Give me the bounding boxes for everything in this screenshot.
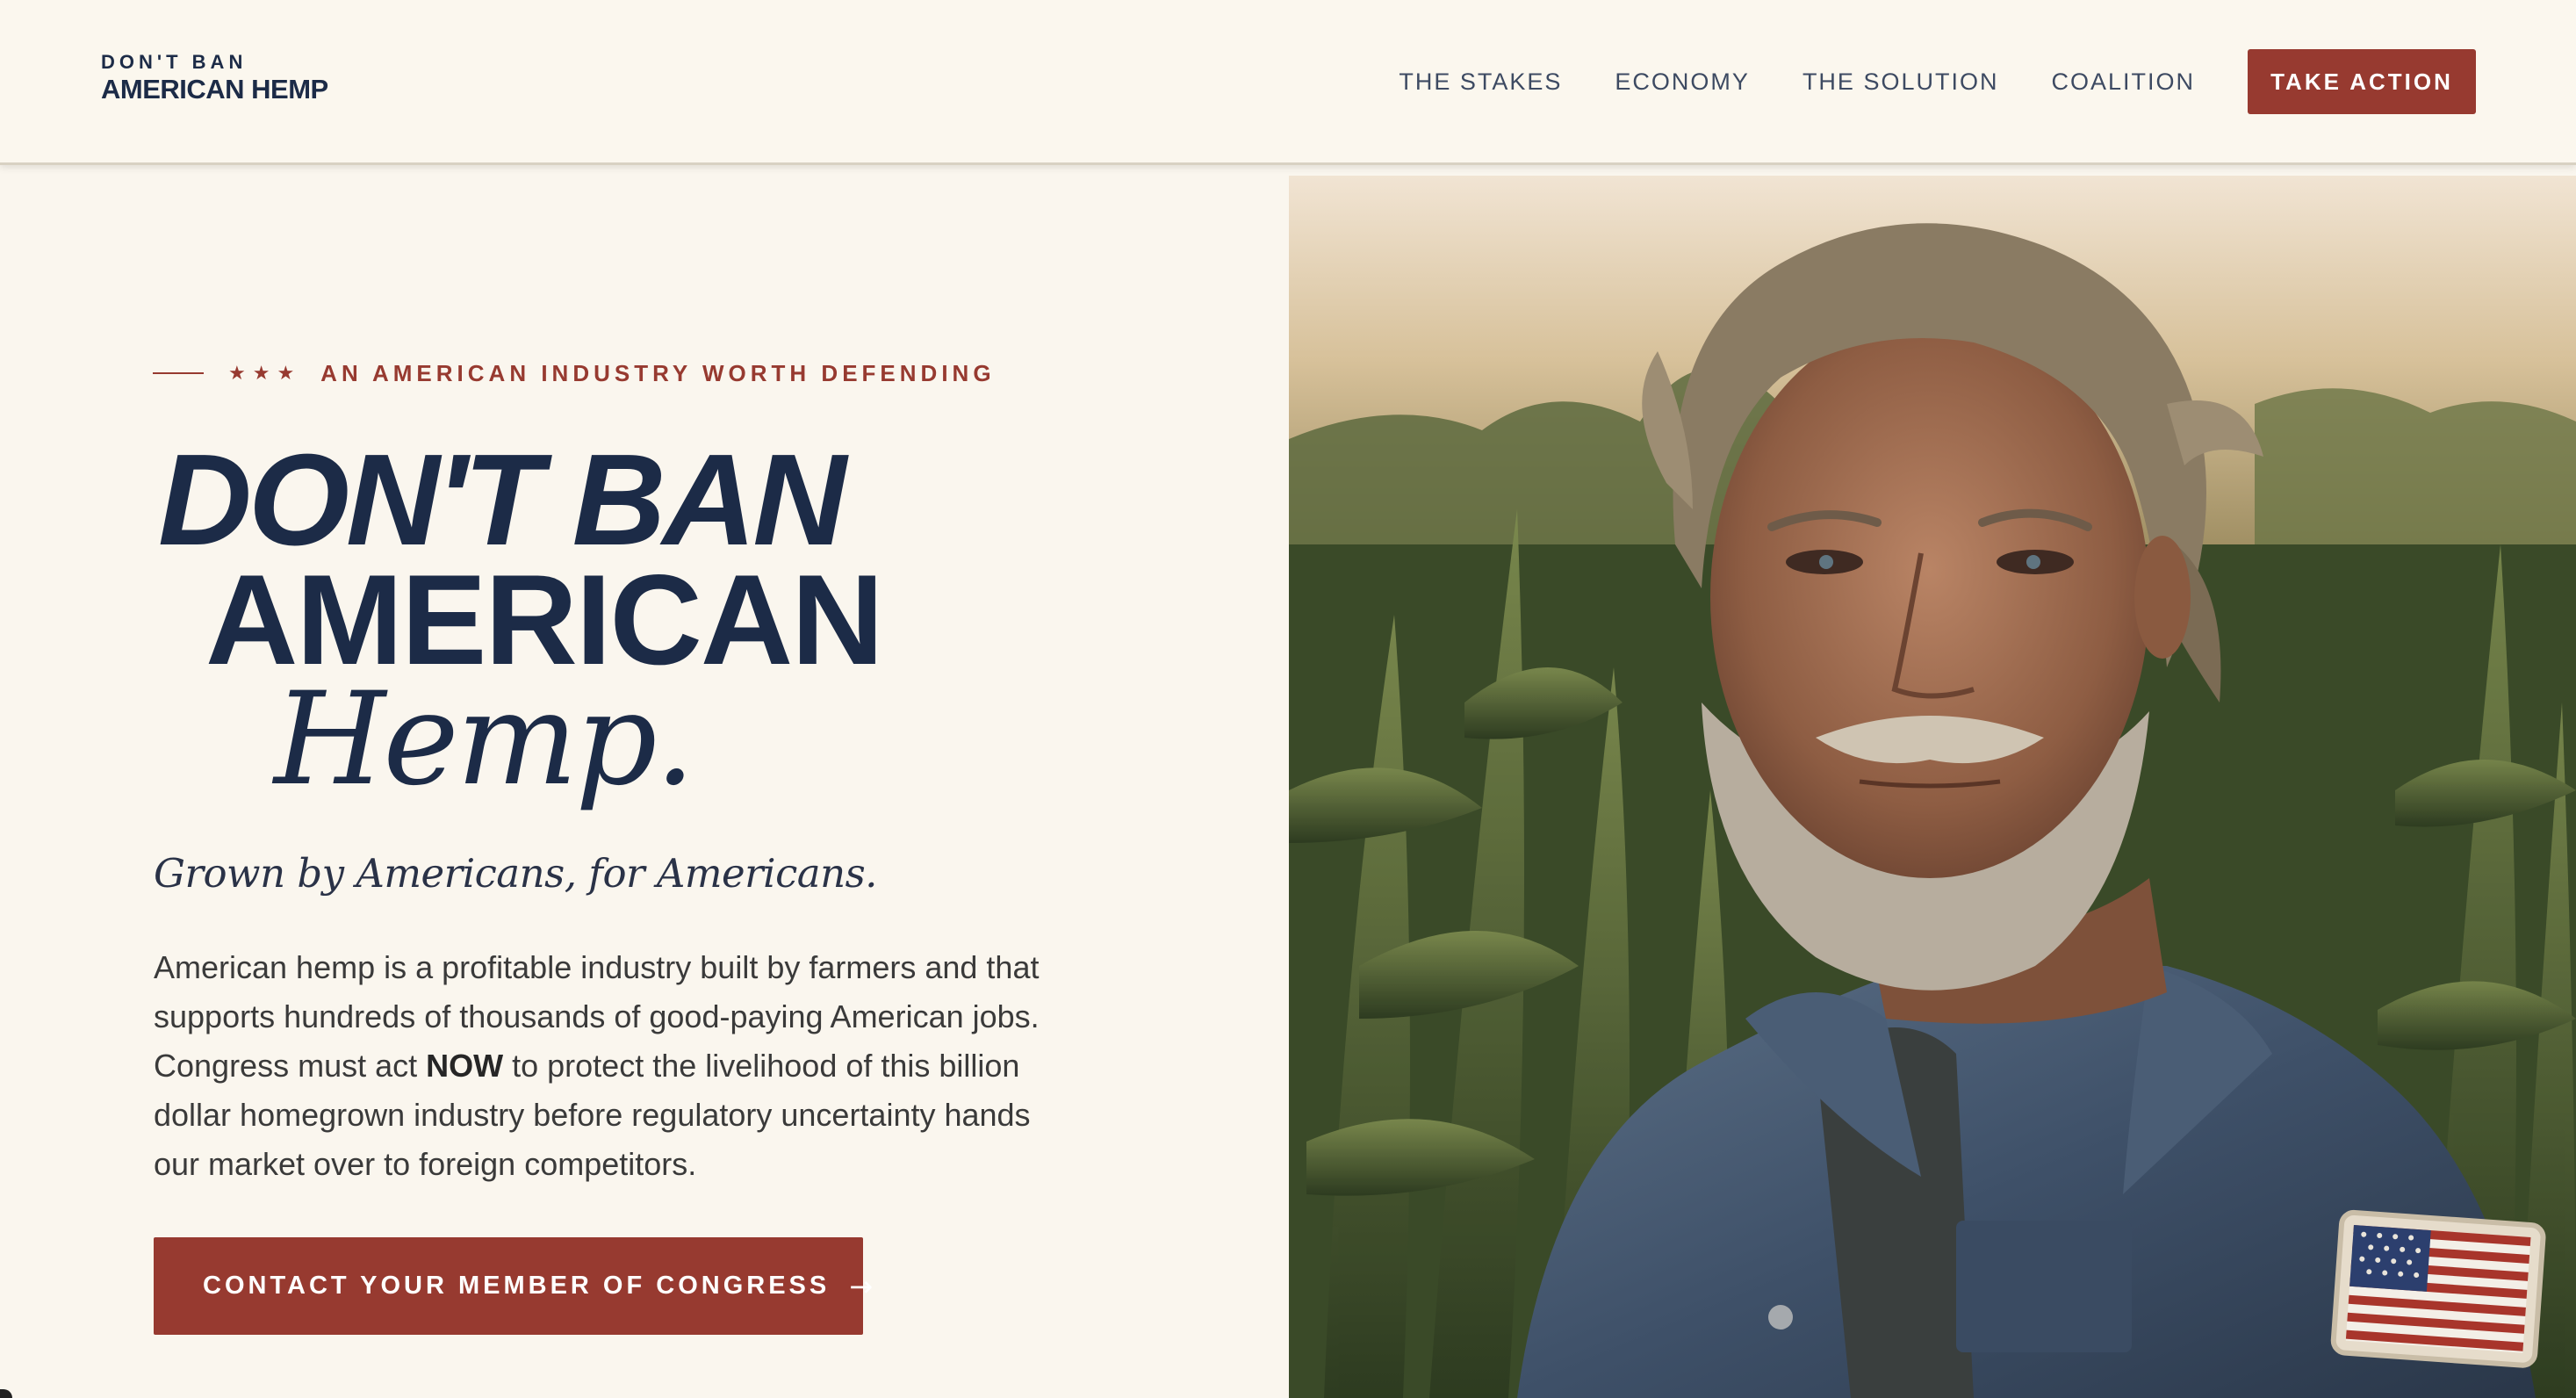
hero-body: American hemp is a profitable industry b… [154, 943, 1084, 1189]
window-corner [0, 1389, 12, 1398]
headline-line-3: Hemp. [274, 665, 695, 814]
star-icon: ★★★ [228, 362, 302, 385]
take-action-button[interactable]: TAKE ACTION [2248, 49, 2476, 114]
eyebrow-rule [153, 372, 204, 374]
nav-item-the-stakes[interactable]: THE STAKES [1399, 68, 1562, 96]
logo-top-text: DON'T BAN [101, 51, 248, 73]
contact-congress-button[interactable]: CONTACT YOUR MEMBER OF CONGRESS → [154, 1237, 873, 1335]
nav-item-the-solution[interactable]: THE SOLUTION [1802, 68, 1999, 96]
main-nav: THE STAKES ECONOMY THE SOLUTION COALITIO… [1399, 49, 2476, 114]
farmer-illustration [1289, 176, 2576, 1398]
contact-congress-label: CONTACT YOUR MEMBER OF CONGRESS [203, 1272, 831, 1300]
nav-item-economy[interactable]: ECONOMY [1615, 68, 1750, 96]
flag-patch [2330, 1209, 2546, 1368]
hero-body-emphasis: NOW [426, 1048, 504, 1084]
site-header: DON'T BAN AMERICAN HEMP THE STAKES ECONO… [0, 0, 2576, 165]
eyebrow: ★★★ AN AMERICAN INDUSTRY WORTH DEFENDING [153, 358, 996, 388]
site-logo[interactable]: DON'T BAN AMERICAN HEMP [101, 51, 328, 105]
nav-item-coalition[interactable]: COALITION [2051, 68, 2195, 96]
hero-photo-farmer [1289, 176, 2576, 1398]
eyebrow-text: AN AMERICAN INDUSTRY WORTH DEFENDING [320, 359, 996, 386]
page: DON'T BAN AMERICAN HEMP THE STAKES ECONO… [0, 0, 2576, 1398]
logo-main-text: AMERICAN HEMP [101, 74, 328, 104]
hero-tagline: Grown by Americans, for Americans. [154, 850, 877, 897]
arrow-right-icon: → [849, 1269, 874, 1303]
